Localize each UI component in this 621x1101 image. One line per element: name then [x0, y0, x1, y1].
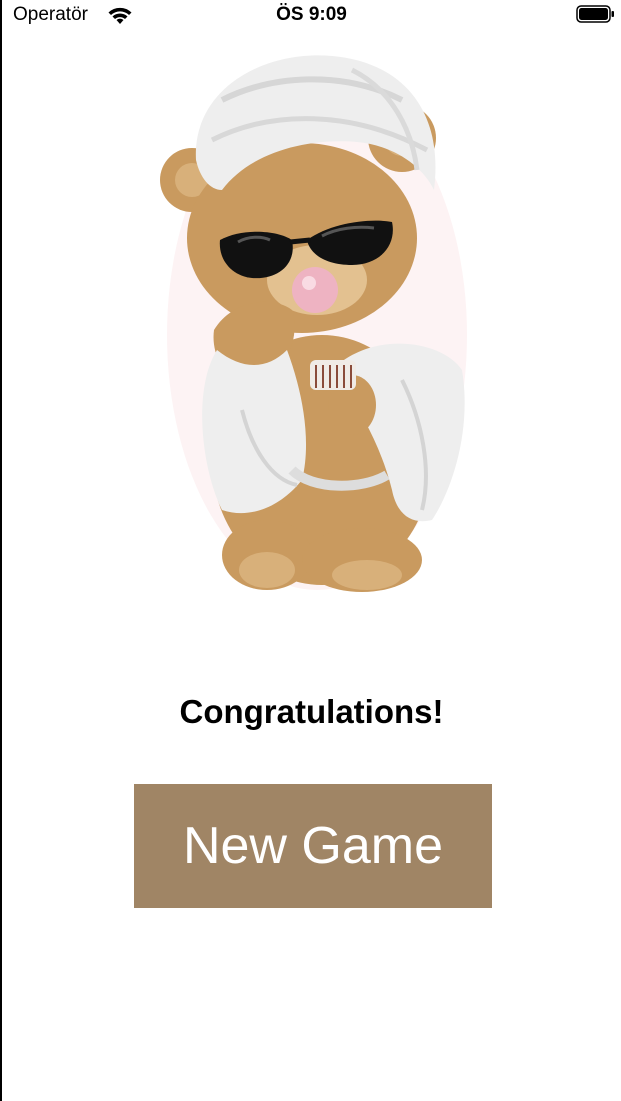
new-game-button[interactable]: New Game — [134, 784, 492, 908]
status-clock: ÖS 9:09 — [276, 4, 347, 25]
teddy-bear-sticker — [160, 55, 467, 592]
battery-icon — [576, 5, 614, 23]
congratulations-message: Congratulations! — [179, 693, 444, 730]
status-bar: Operatör ÖS 9:09 — [2, 0, 621, 30]
